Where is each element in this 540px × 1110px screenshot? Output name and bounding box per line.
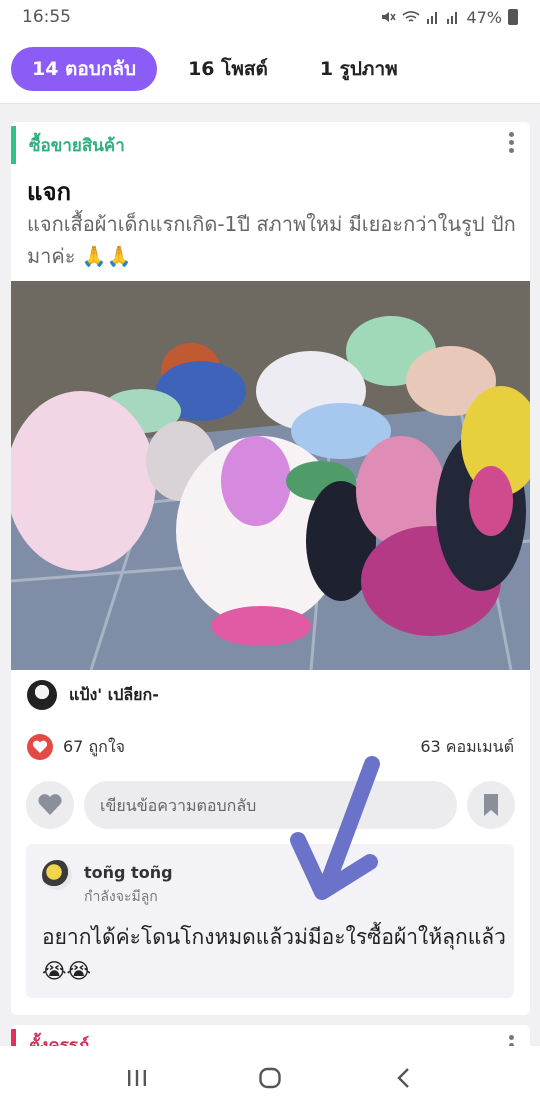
- reply-row: [26, 781, 515, 829]
- back-button[interactable]: [378, 1058, 428, 1098]
- profile-tabs: 14 ตอบกลับ 16 โพสต์ 1 รูปภาพ: [0, 34, 540, 104]
- likes-count[interactable]: 67 ถูกใจ: [27, 734, 125, 760]
- author-name[interactable]: แป้ง' เปลียก-: [69, 683, 159, 708]
- home-icon: [259, 1067, 281, 1089]
- post-photo[interactable]: [11, 281, 530, 670]
- more-options-icon[interactable]: [506, 132, 516, 156]
- commenter-avatar[interactable]: [42, 860, 72, 890]
- status-bar: 16:55 47%: [0, 0, 540, 34]
- tab-photos[interactable]: 1 รูปภาพ: [299, 47, 419, 91]
- post-author[interactable]: แป้ง' เปลียก-: [27, 680, 159, 710]
- recent-apps-icon: [127, 1070, 146, 1086]
- mute-icon: [382, 12, 397, 22]
- home-button[interactable]: [245, 1058, 295, 1098]
- like-button[interactable]: [26, 781, 74, 829]
- comment-text: อยากได้ค่ะโดนโกงหมดแล้วม่มีอะใรซื้อผ้าให…: [42, 925, 506, 983]
- bookmark-button[interactable]: [467, 781, 515, 829]
- heart-icon: [27, 734, 53, 760]
- reply-input[interactable]: [84, 781, 457, 829]
- signal-icon: [427, 12, 438, 24]
- commenter-name[interactable]: toñg toñg: [84, 863, 173, 882]
- likes-label: 67 ถูกใจ: [63, 736, 126, 756]
- battery-percent: 47%: [466, 7, 502, 27]
- system-nav-bar: [0, 1046, 540, 1110]
- heart-outline-icon: [38, 794, 62, 815]
- status-icons: 47%: [380, 8, 518, 27]
- back-icon: [397, 1068, 410, 1088]
- post-category[interactable]: ซื้อขายสินค้า: [11, 126, 125, 164]
- post-title: แจก: [27, 178, 72, 206]
- commenter-status: กำลังจะมีลูก: [84, 889, 158, 905]
- post-stats: 67 ถูกใจ 63 คอมเมนต์: [27, 734, 514, 760]
- bookmark-icon: [484, 794, 498, 816]
- wifi-icon: [402, 11, 420, 22]
- comments-count[interactable]: 63 คอมเมนต์: [420, 735, 514, 760]
- author-avatar[interactable]: [27, 680, 57, 710]
- recent-apps-button[interactable]: [112, 1058, 162, 1098]
- battery-icon: [508, 9, 518, 25]
- post-card[interactable]: ซื้อขายสินค้า แจก แจกเสื้อผ้าเด็กแรกเกิด…: [11, 122, 530, 1015]
- tab-replies[interactable]: 14 ตอบกลับ: [11, 46, 158, 91]
- comment-item[interactable]: toñg toñg กำลังจะมีลูก อยากได้ค่ะโดนโกงห…: [26, 844, 514, 998]
- post-body: แจกเสื้อผ้าเด็กแรกเกิด-1ปี สภาพใหม่ มีเย…: [27, 212, 516, 268]
- tab-posts[interactable]: 16 โพสต์: [167, 47, 289, 91]
- status-time: 16:55: [22, 7, 71, 27]
- signal-icon-2: [447, 12, 458, 24]
